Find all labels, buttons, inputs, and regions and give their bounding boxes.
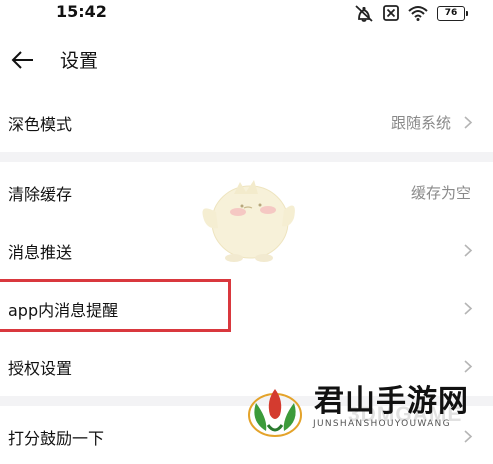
setting-permissions-label: 授权设置 — [8, 359, 73, 378]
mascot-illustration — [202, 180, 295, 262]
top-bar: 设置 — [0, 38, 493, 82]
status-bar: 15:42 76 — [0, 0, 493, 28]
setting-rate-label: 打分鼓励一下 — [8, 429, 105, 448]
setting-push-label: 消息推送 — [8, 243, 73, 262]
status-icons: 76 — [354, 4, 468, 22]
chevron-right-icon — [464, 244, 473, 257]
status-time: 15:42 — [56, 2, 107, 21]
watermark-title: 君山手游网 — [314, 384, 469, 419]
setting-clear-cache-value: 缓存为空 — [410, 184, 471, 202]
chevron-right-icon — [464, 360, 473, 373]
chevron-right-icon — [464, 116, 473, 129]
setting-dark-mode[interactable]: 深色模式 跟随系统 — [0, 94, 493, 150]
back-arrow-icon[interactable] — [8, 45, 38, 75]
highlight-annotation — [0, 279, 231, 332]
watermark-subtitle: JUNSHANSHOUYOUWANG — [313, 419, 451, 429]
chevron-right-icon — [464, 430, 473, 443]
page-title: 设置 — [60, 50, 99, 72]
setting-dark-mode-value: 跟随系统 — [390, 114, 451, 132]
site-logo-icon — [248, 389, 302, 437]
sim-off-icon — [383, 5, 399, 21]
mute-icon — [355, 5, 373, 22]
chevron-right-icon — [464, 302, 473, 315]
battery-icon: 76 — [437, 5, 468, 21]
battery-level: 76 — [444, 7, 458, 18]
wifi-icon — [408, 6, 428, 21]
section-divider — [0, 152, 493, 162]
setting-dark-mode-label: 深色模式 — [8, 115, 73, 134]
setting-clear-cache-label: 清除缓存 — [8, 185, 73, 204]
